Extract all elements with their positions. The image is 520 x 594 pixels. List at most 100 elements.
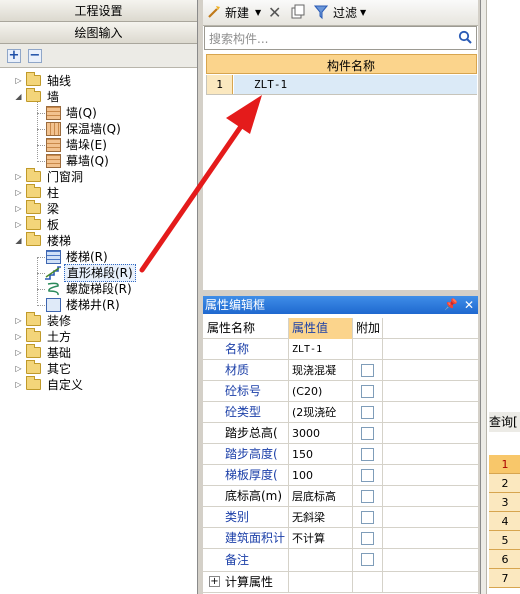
search-icon[interactable] — [458, 30, 472, 44]
property-row-slab-thickness[interactable]: 梯板厚度( 100 — [203, 465, 478, 486]
tree-item-custom[interactable]: ▷ 自定义 — [0, 376, 198, 393]
property-row-category[interactable]: 类别 无斜梁 — [203, 507, 478, 528]
property-value[interactable]: ZLT-1 — [289, 339, 353, 360]
remove-button[interactable]: − — [27, 49, 42, 63]
property-value[interactable]: 3000 — [289, 423, 353, 444]
component-name-cell[interactable]: ZLT-1 — [234, 75, 477, 94]
tab-drawing-input[interactable]: 绘图输入 — [0, 22, 197, 44]
property-row-concrete-grade[interactable]: 砼标号 (C20) — [203, 381, 478, 402]
splitter[interactable] — [481, 0, 487, 594]
expand-icon[interactable]: ▷ — [14, 316, 23, 325]
tree-item-wall-pier[interactable]: 墙垛(E) — [0, 137, 198, 153]
tree-item-label: 墙(Q) — [66, 106, 97, 120]
property-value[interactable]: 现浇混凝 — [289, 360, 353, 381]
pin-icon[interactable]: 📌 — [444, 296, 458, 314]
property-row-remarks[interactable]: 备注 — [203, 549, 478, 572]
tree-item-slab[interactable]: ▷ 板 — [0, 216, 198, 233]
extra-cell — [353, 360, 383, 381]
property-row-floor-area[interactable]: 建筑面积计 不计算 — [203, 528, 478, 549]
property-row-step-height[interactable]: 踏步高度( 150 — [203, 444, 478, 465]
property-value — [289, 572, 353, 593]
search-input[interactable]: 搜索构件... — [204, 26, 477, 50]
property-value[interactable]: 无斜梁 — [289, 507, 353, 528]
extra-checkbox[interactable] — [361, 490, 374, 503]
tree-item-spiral-flight[interactable]: 螺旋梯段(R) — [0, 281, 198, 297]
extra-checkbox[interactable] — [361, 511, 374, 524]
query-tab[interactable]: 查询[ — [489, 412, 520, 432]
tree-item-staircase[interactable]: 楼梯(R) — [0, 249, 198, 265]
tree-item-insulation-wall[interactable]: 保温墙(Q) — [0, 121, 198, 137]
property-value[interactable]: (C20) — [289, 381, 353, 402]
extra-checkbox[interactable] — [361, 427, 374, 440]
extra-cell — [353, 465, 383, 486]
tree-item-curtain-wall[interactable]: 幕墙(Q) — [0, 153, 198, 169]
expand-icon[interactable]: ▷ — [14, 364, 23, 373]
property-value[interactable]: (2现浇砼 — [289, 402, 353, 423]
tree-item-column[interactable]: ▷ 柱 — [0, 184, 198, 201]
expand-icon[interactable]: ▷ — [14, 332, 23, 341]
collapse-icon[interactable]: ◢ — [14, 236, 23, 245]
tree-item-stairwell[interactable]: 楼梯井(R) — [0, 297, 198, 313]
tree-item-openings[interactable]: ▷ 门窗洞 — [0, 168, 198, 185]
copy-icon[interactable] — [290, 4, 306, 20]
extra-cell — [353, 549, 383, 572]
tree-item-other[interactable]: ▷ 其它 — [0, 360, 198, 377]
extra-checkbox[interactable] — [361, 448, 374, 461]
filter-button[interactable]: 过滤 — [333, 4, 357, 22]
delete-icon[interactable]: ✕ — [268, 4, 281, 22]
expand-icon[interactable]: ▷ — [14, 220, 23, 229]
expand-icon[interactable]: ▷ — [14, 76, 23, 85]
extra-cell — [353, 444, 383, 465]
extra-checkbox[interactable] — [361, 385, 374, 398]
expand-icon[interactable]: ▷ — [14, 380, 23, 389]
tree-item-label: 装修 — [47, 314, 72, 328]
extra-checkbox[interactable] — [361, 364, 374, 377]
row-number: 4 — [489, 512, 520, 531]
property-value[interactable]: 不计算 — [289, 528, 353, 549]
property-row-calc-props[interactable]: + 计算属性 — [203, 572, 478, 593]
tree-item-beam[interactable]: ▷ 梁 — [0, 200, 198, 217]
new-dropdown-icon[interactable]: ▼ — [255, 4, 261, 22]
extra-checkbox[interactable] — [361, 553, 374, 566]
collapse-icon[interactable]: ◢ — [14, 92, 23, 101]
property-row-material[interactable]: 材质 现浇混凝 — [203, 360, 478, 381]
property-value[interactable]: 100 — [289, 465, 353, 486]
tree-item-wall-q[interactable]: 墙(Q) — [0, 105, 198, 121]
extra-cell — [353, 572, 383, 593]
new-button[interactable]: 新建 — [225, 4, 249, 22]
tree-item-axis[interactable]: ▷ 轴线 — [0, 72, 198, 89]
expand-icon[interactable]: ▷ — [14, 172, 23, 181]
property-row-name[interactable]: 名称 ZLT-1 — [203, 339, 478, 360]
tree-item-straight-flight[interactable]: 直形梯段(R) — [0, 264, 198, 282]
property-row-bottom-elevation[interactable]: 底标高(m) 层底标高 — [203, 486, 478, 507]
tree-item-foundation[interactable]: ▷ 基础 — [0, 344, 198, 361]
property-value[interactable]: 150 — [289, 444, 353, 465]
tree-item-earthwork[interactable]: ▷ 土方 — [0, 328, 198, 345]
filter-dropdown-icon[interactable]: ▼ — [360, 4, 366, 22]
splitter[interactable] — [203, 290, 478, 296]
splitter[interactable] — [198, 0, 203, 594]
tree-item-decoration[interactable]: ▷ 装修 — [0, 312, 198, 329]
extra-checkbox[interactable] — [361, 532, 374, 545]
expand-icon[interactable]: ▷ — [14, 348, 23, 357]
add-button[interactable]: + — [7, 49, 21, 63]
tab-project-settings[interactable]: 工程设置 — [0, 0, 197, 22]
expand-icon[interactable]: ▷ — [14, 188, 23, 197]
panel-title: 属性编辑框 — [205, 298, 266, 312]
filter-icon[interactable] — [314, 4, 328, 20]
property-label: 建筑面积计 — [203, 528, 289, 549]
property-value[interactable] — [289, 549, 353, 572]
column-header-component-name[interactable]: 构件名称 — [206, 54, 477, 74]
straight-flight-icon — [45, 266, 61, 280]
tree-item-stairs[interactable]: ◢ 楼梯 — [0, 232, 198, 249]
row-number: 2 — [489, 474, 520, 493]
extra-checkbox[interactable] — [361, 406, 374, 419]
property-row-total-step-height[interactable]: 踏步总高( 3000 — [203, 423, 478, 444]
close-icon[interactable]: ✕ — [464, 296, 474, 314]
tree-item-wall[interactable]: ◢ 墙 — [0, 88, 198, 105]
property-row-concrete-type[interactable]: 砼类型 (2现浇砼 — [203, 402, 478, 423]
table-row[interactable]: 1 ZLT-1 — [206, 75, 477, 95]
expand-icon[interactable]: ▷ — [14, 204, 23, 213]
extra-checkbox[interactable] — [361, 469, 374, 482]
property-value[interactable]: 层底标高 — [289, 486, 353, 507]
